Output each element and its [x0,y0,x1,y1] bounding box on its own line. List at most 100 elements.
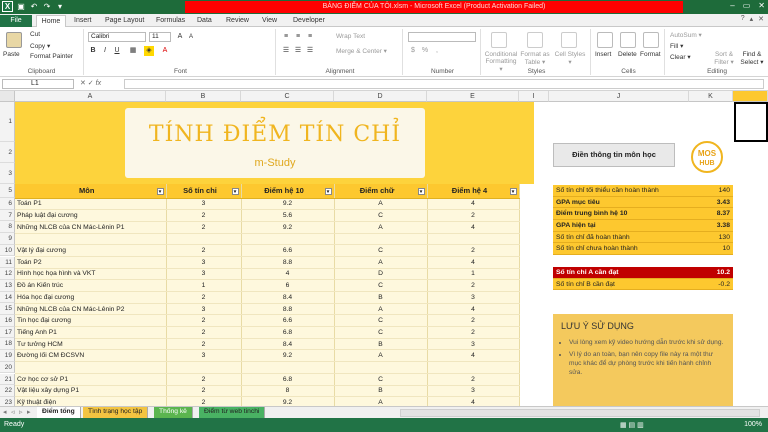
table-cell[interactable]: 4 [241,268,335,281]
table-cell[interactable]: Toán P1 [15,198,167,211]
table-cell[interactable]: 3 [166,303,242,316]
table-cell[interactable]: 4 [427,396,520,406]
row-header[interactable]: 13 [0,279,15,292]
table-cell[interactable]: 2 [427,279,520,292]
table-cell[interactable]: D [334,268,428,281]
copy-button[interactable]: Copy ▾ [30,42,50,50]
save-icon[interactable]: ▣ [16,1,26,12]
table-cell[interactable]: 2 [166,221,242,234]
column-header-i[interactable]: I [519,91,549,102]
table-cell[interactable]: 5.6 [241,209,335,222]
table-cell[interactable]: 3 [427,291,520,304]
header-cell[interactable]: Điểm hệ 4 ▾ [427,184,520,199]
table-cell[interactable]: A [334,256,428,269]
row-header[interactable]: 3 [0,163,15,184]
row-header[interactable]: 7 [0,209,15,222]
font-color-icon[interactable]: A [160,46,170,56]
cut-button[interactable]: Cut [30,31,40,38]
table-cell[interactable]: 2 [166,314,242,328]
selected-cell[interactable] [734,102,768,142]
table-cell[interactable]: 2 [427,314,520,328]
row-header[interactable]: 17 [0,326,15,339]
percent-icon[interactable]: % [420,46,430,56]
formula-input[interactable] [124,79,764,89]
insert-button[interactable]: Insert [595,51,611,58]
row-header[interactable]: 11 [0,256,15,269]
redo-icon[interactable]: ↷ [42,1,52,12]
italic-icon[interactable]: I [100,46,110,56]
column-header-a[interactable]: A [15,91,166,102]
table-cell[interactable]: 2 [166,385,242,398]
row-header[interactable]: 10 [0,244,15,257]
table-cell[interactable]: 2 [166,244,242,257]
table-cell[interactable] [166,233,242,246]
name-box[interactable]: L1 [2,79,74,89]
table-cell[interactable]: B [334,338,428,351]
table-cell[interactable]: Những NLCB của CN Mác-Lênin P2 [15,303,167,316]
wrap-text-button[interactable]: Wrap Text [336,33,365,40]
last-sheet-icon[interactable]: ▸ [27,408,31,416]
row-header[interactable]: 22 [0,385,15,397]
table-cell[interactable]: A [334,221,428,234]
horizontal-scrollbar[interactable] [400,409,760,417]
table-cell[interactable]: 1 [166,279,242,292]
align-center-icon[interactable]: ☰ [293,46,303,56]
filter-dropdown-icon[interactable]: ▾ [509,188,517,196]
row-header[interactable]: 16 [0,315,15,327]
table-cell[interactable]: 3 [166,256,242,269]
workbook-close-icon[interactable]: ✕ [758,15,764,23]
next-sheet-icon[interactable]: ▹ [19,408,23,416]
row-header[interactable]: 12 [0,268,15,280]
prev-sheet-icon[interactable]: ◃ [11,408,15,416]
tab-developer[interactable]: Developer [289,15,329,27]
table-cell[interactable]: A [334,349,428,363]
worksheet-grid[interactable]: TÍNH ĐIỂM TÍN CHỈ m-Study Môn ▾ Số tín ch… [15,102,768,406]
align-bottom-icon[interactable]: ≡ [305,32,315,42]
align-middle-icon[interactable]: ≡ [293,32,303,42]
table-cell[interactable]: C [334,373,428,386]
grow-font-icon[interactable]: A [175,32,185,42]
font-name-box[interactable]: Calibri [88,32,146,42]
table-cell[interactable]: 2 [427,244,520,257]
first-sheet-icon[interactable]: ◂ [3,408,7,416]
align-right-icon[interactable]: ☰ [305,46,315,56]
table-cell[interactable]: 8.8 [241,303,335,316]
cell-styles-button[interactable]: Cell Styles ▾ [553,51,587,66]
header-cell[interactable]: Điểm hệ 10 ▾ [241,184,335,199]
need-a-row[interactable]: Số tín chỉ A cần đạt 10.2 [553,267,733,279]
filter-dropdown-icon[interactable]: ▾ [156,188,164,196]
enter-course-info-button[interactable]: Điền thông tin môn học [553,143,675,167]
fill-color-icon[interactable]: ◈ [144,46,154,56]
table-cell[interactable]: Tư tưởng HCM [15,338,167,351]
table-cell[interactable]: 8.8 [241,256,335,269]
table-cell[interactable]: 2 [166,209,242,222]
table-cell[interactable]: 9.2 [241,198,335,211]
table-cell[interactable]: Đường lối CM ĐCSVN [15,349,167,363]
ribbon-minimize-icon[interactable]: ▴ [750,15,754,23]
sheet-tab-tinh-trang[interactable]: Tình trạng học tập [83,407,149,418]
header-cell[interactable]: Môn ▾ [15,184,167,199]
filter-dropdown-icon[interactable]: ▾ [324,188,332,196]
row-header[interactable]: 1 [0,102,15,142]
table-cell[interactable]: 3 [427,338,520,351]
table-cell[interactable]: 3 [166,268,242,281]
table-cell[interactable]: B [334,385,428,398]
delete-button[interactable]: Delete [618,51,637,58]
format-table-button[interactable]: Format as Table ▾ [519,51,551,66]
row-header[interactable]: 21 [0,373,15,386]
format-button[interactable]: Format [640,51,661,58]
table-cell[interactable]: 9.2 [241,349,335,363]
minimize-icon[interactable]: – [730,1,734,10]
table-cell[interactable]: 6.8 [241,326,335,339]
table-cell[interactable]: 2 [166,338,242,351]
table-cell[interactable]: 2 [166,291,242,304]
stat-row[interactable]: Điểm trung bình hệ 10 8.37 [553,208,733,221]
table-cell[interactable]: A [334,198,428,211]
stat-row[interactable]: Số tín chỉ tối thiểu cần hoàn thành 140 [553,185,733,197]
filter-dropdown-icon[interactable]: ▾ [417,188,425,196]
table-cell[interactable]: Tiếng Anh P1 [15,326,167,339]
table-cell[interactable]: 4 [427,256,520,269]
table-cell[interactable] [241,361,335,374]
table-cell[interactable]: Hình học họa hình và VKT [15,268,167,281]
table-cell[interactable]: Vật liệu xây dựng P1 [15,385,167,398]
